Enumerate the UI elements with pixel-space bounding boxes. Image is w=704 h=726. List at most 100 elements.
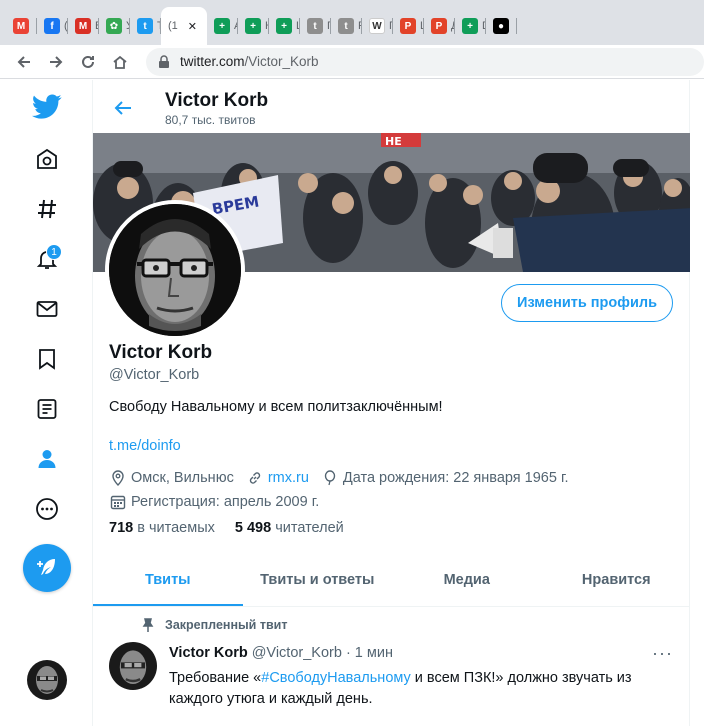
profile-joined-row: Регистрация: апрель 2009 г. xyxy=(109,493,319,511)
account-avatar[interactable] xyxy=(27,660,67,700)
tab-favicon-icon: t xyxy=(307,18,323,34)
explore-hashtag-icon[interactable] xyxy=(24,186,70,232)
browser-tab[interactable]: tГ xyxy=(300,7,331,45)
back-arrow-icon[interactable] xyxy=(8,46,40,78)
main-column: Victor Korb 80,7 тыс. твитов ВРЕМ НЕ Изм… xyxy=(92,80,691,726)
pinned-label: Закрепленный твит xyxy=(165,618,288,632)
browser-tab[interactable]: (1 ✕ xyxy=(161,7,207,45)
profile-tabs: Твиты Твиты и ответы Медиа Нравится xyxy=(93,554,691,607)
pinned-indicator: Закрепленный твит xyxy=(141,618,287,632)
profile-bio: Свободу Навальному и всем политзаключённ… xyxy=(109,399,443,415)
following-label: в читаемых xyxy=(137,520,215,536)
browser-tab[interactable]: MВ xyxy=(68,7,99,45)
profile-avatar[interactable] xyxy=(105,200,245,340)
followers-link[interactable]: 5 498 читателей xyxy=(235,520,344,536)
link-chain-icon xyxy=(246,469,264,487)
browser-toolbar: twitter.com/Victor_Korb xyxy=(0,45,704,79)
followers-label: читателей xyxy=(275,520,344,536)
browser-tab[interactable]: + К xyxy=(238,7,269,45)
right-gutter xyxy=(690,80,704,726)
profile-bio-link[interactable]: t.me/doinfo xyxy=(109,438,181,454)
tweet-header: Victor Korb @Victor_Korb · 1 мин xyxy=(169,645,393,661)
tab-tweets[interactable]: Твиты xyxy=(93,554,243,606)
tweet-meta: @Victor_Korb · 1 мин xyxy=(251,645,393,661)
address-bar[interactable]: twitter.com/Victor_Korb xyxy=(146,47,704,76)
more-circle-icon[interactable] xyxy=(24,486,70,532)
profile-name: Victor Korb xyxy=(109,342,213,363)
location-pin-icon xyxy=(109,469,127,487)
calendar-icon xyxy=(109,493,127,511)
tab-favicon-icon: + xyxy=(276,18,292,34)
profile-joined: Регистрация: апрель 2009 г. xyxy=(131,494,320,510)
edit-profile-button[interactable]: Изменить профиль xyxy=(501,284,673,322)
browser-tab-strip: Mf(M В ✿ Уt T (1 ✕ + А + К + Lt Гt Р W Г P L P Д + D ● xyxy=(0,0,704,45)
tab-favicon-icon: ✿ xyxy=(106,18,122,34)
tab-media[interactable]: Медиа xyxy=(392,554,542,606)
tweet-text: Требование «#СвободуНавальному и всем ПЗ… xyxy=(169,668,669,710)
browser-tab[interactable]: ✿ У xyxy=(99,7,130,45)
notifications-bell-icon[interactable]: 1 xyxy=(24,236,70,282)
tab-favicon-icon: + xyxy=(245,18,261,34)
tab-favicon-icon: + xyxy=(462,18,478,34)
tweet-author-name[interactable]: Victor Korb xyxy=(169,645,248,661)
home-icon[interactable] xyxy=(104,46,136,78)
following-count: 718 xyxy=(109,520,134,536)
tab-favicon-icon: P xyxy=(400,18,416,34)
browser-tab[interactable]: M xyxy=(6,7,37,45)
browser-tab[interactable]: + D xyxy=(455,7,486,45)
tab-favicon-icon: t xyxy=(338,18,354,34)
profile-handle: @Victor_Korb xyxy=(109,367,200,383)
header-name: Victor Korb xyxy=(165,90,269,111)
feather-plus-icon xyxy=(37,559,55,575)
lists-icon[interactable] xyxy=(24,386,70,432)
home-icon[interactable] xyxy=(24,136,70,182)
followers-count: 5 498 xyxy=(234,520,272,536)
browser-tab[interactable]: tT xyxy=(130,7,161,45)
pin-icon xyxy=(142,618,154,632)
profile-birthday: Дата рождения: 22 января 1965 г. xyxy=(342,470,569,486)
profile-location: Омск, Вильнюс xyxy=(131,470,234,486)
messages-envelope-icon[interactable] xyxy=(24,286,70,332)
profile-person-icon[interactable] xyxy=(24,436,70,482)
compose-tweet-button[interactable] xyxy=(23,544,71,592)
tab-favicon-icon: + xyxy=(214,18,230,34)
header-tweet-count: 80,7 тыс. твитов xyxy=(165,113,256,127)
forward-arrow-icon[interactable] xyxy=(40,46,72,78)
profile-website-link[interactable]: rmx.ru xyxy=(268,470,309,486)
bookmarks-icon[interactable] xyxy=(24,336,70,382)
tweet-author-avatar[interactable] xyxy=(109,642,157,690)
tab-favicon-icon: M xyxy=(13,18,29,34)
tab-favicon-icon: M xyxy=(75,18,91,34)
profile-meta-row: Омск, Вильнюс rmx.ru Дата рождения: 22 я… xyxy=(109,469,569,487)
tab-favicon-icon: f xyxy=(44,18,60,34)
tab-favicon-icon: t xyxy=(137,18,153,34)
tweet-hashtag[interactable]: #СвободуНавальному xyxy=(261,670,411,686)
tab-likes[interactable]: Нравится xyxy=(542,554,692,606)
twitter-logo-icon[interactable] xyxy=(24,84,70,130)
banner-sign-text-2: НЕ xyxy=(385,135,402,148)
browser-tab[interactable]: tР xyxy=(331,7,362,45)
browser-tab[interactable]: WГ xyxy=(362,7,393,45)
tab-favicon-icon: P xyxy=(431,18,447,34)
browser-tab[interactable]: PL xyxy=(393,7,424,45)
tweet-more-button[interactable]: ··· xyxy=(652,643,673,664)
following-link[interactable]: 718 в читаемых xyxy=(109,520,215,536)
browser-tab[interactable]: f( xyxy=(37,7,68,45)
browser-tab[interactable]: + L xyxy=(269,7,300,45)
tab-tweets-and-replies[interactable]: Твиты и ответы xyxy=(243,554,393,606)
tab-close-icon[interactable]: ✕ xyxy=(188,20,197,33)
tab-favicon-icon: W xyxy=(369,18,385,34)
browser-tab[interactable]: PД xyxy=(424,7,455,45)
sidebar: 1 xyxy=(0,80,92,726)
browser-tab[interactable]: ● xyxy=(486,7,517,45)
tab-title: (1 xyxy=(168,20,178,32)
browser-tab[interactable]: + А xyxy=(207,7,238,45)
tab-favicon-icon: ● xyxy=(493,18,509,34)
notification-badge: 1 xyxy=(46,244,62,260)
back-arrow-icon[interactable] xyxy=(109,94,137,122)
reload-icon[interactable] xyxy=(72,46,104,78)
birthday-balloon-icon xyxy=(321,469,339,487)
lock-icon xyxy=(159,54,169,68)
profile-header-bar: Victor Korb 80,7 тыс. твитов xyxy=(93,80,689,133)
url-path: /Victor_Korb xyxy=(244,54,319,69)
